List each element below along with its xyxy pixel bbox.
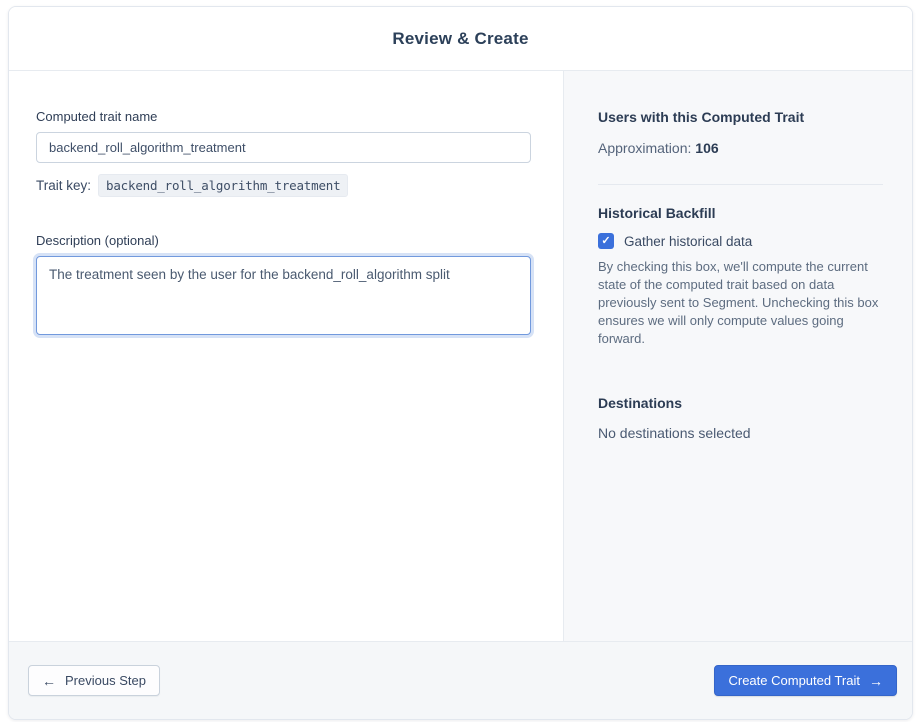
previous-step-label: Previous Step [65,673,146,688]
checkbox-label: Gather historical data [624,233,753,249]
trait-name-input[interactable] [36,132,531,163]
back-arrow-icon: ← [42,672,56,689]
header: Review & Create [9,7,912,71]
trait-key-row: Trait key: backend_roll_algorithm_treatm… [36,174,531,197]
destinations-value: No destinations selected [598,425,751,441]
approximation-row: Approximation: 106 [598,140,883,156]
page-title: Review & Create [392,28,529,48]
destinations-heading: Destinations [598,395,683,411]
users-heading: Users with this Computed Trait [598,109,805,125]
approximation-label: Approximation: [598,140,692,156]
footer: ← Previous Step Create Computed Trait → [9,641,912,719]
backfill-heading: Historical Backfill [598,205,716,221]
checkbox-checked-icon[interactable]: ✓ [598,233,614,249]
trait-name-label: Computed trait name [36,109,158,124]
trait-form: Computed trait name Trait key: backend_r… [9,71,563,641]
description-label: Description (optional) [36,233,159,248]
checkmark-icon: ✓ [601,234,611,247]
description-textarea[interactable]: The treatment seen by the user for the b… [36,256,531,335]
main-content: Computed trait name Trait key: backend_r… [9,71,912,641]
review-create-card: Review & Create Computed trait name Trai… [8,6,913,720]
previous-step-button[interactable]: ← Previous Step [28,665,160,696]
backfill-description: By checking this box, we'll compute the … [598,259,879,346]
summary-panel: Users with this Computed Trait Approxima… [563,71,912,641]
gather-historical-data-checkbox[interactable]: ✓ Gather historical data [598,233,883,249]
forward-arrow-icon: → [869,672,883,689]
create-computed-trait-button[interactable]: Create Computed Trait → [714,665,897,696]
trait-key-badge: backend_roll_algorithm_treatment [98,174,349,197]
section-divider [598,184,883,185]
create-trait-label: Create Computed Trait [728,673,860,688]
approximation-value: 106 [695,140,719,156]
trait-key-label: Trait key: [36,178,92,193]
